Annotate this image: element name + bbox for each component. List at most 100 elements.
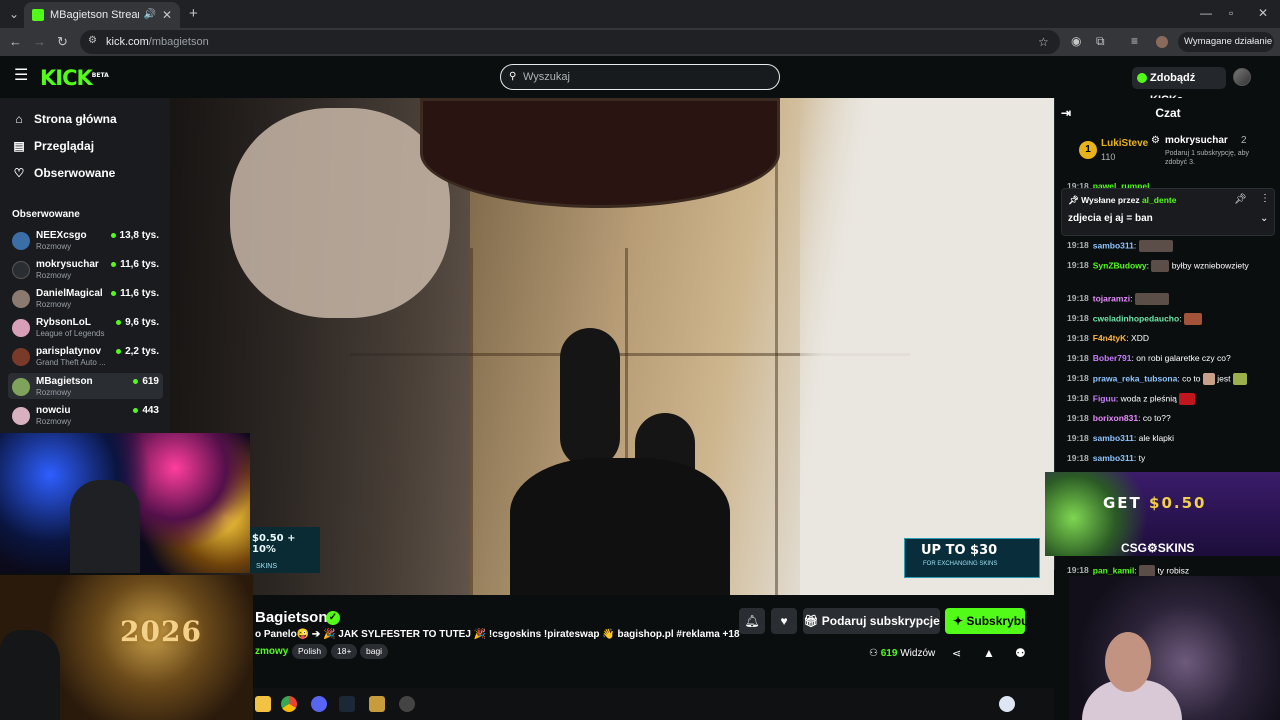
gift-hint: Podaruj 1 subskrypcję, aby zdobyć 3. xyxy=(1165,150,1250,166)
bookmark-star-icon[interactable]: ☆ xyxy=(1038,36,1049,48)
report-icon[interactable]: ▲ xyxy=(983,646,995,660)
car-emote xyxy=(1138,240,1173,252)
more-icon[interactable]: ⋮ xyxy=(1260,193,1270,204)
weather-icon[interactable] xyxy=(999,696,1015,712)
nav-browse-label: Przeglądaj xyxy=(34,139,95,153)
user-avatar[interactable] xyxy=(1233,68,1251,86)
msg-user[interactable]: cweladinhopedaucho xyxy=(1093,313,1179,323)
msg-text: ale klapki xyxy=(1138,433,1175,443)
w-emote xyxy=(1179,393,1196,405)
msg-user[interactable]: SynZBudowy xyxy=(1093,260,1147,270)
site-info-icon[interactable]: ⚙ xyxy=(88,36,97,46)
msg-user[interactable]: pan_kamil xyxy=(1093,565,1135,575)
bell-icon: 🔔︎ xyxy=(744,614,760,628)
sidebar-channel-parisplatynov[interactable]: parisplatynov Grand Theft Auto ... 2,2 t… xyxy=(8,343,163,369)
msg-user[interactable]: tojaramzi xyxy=(1093,293,1130,303)
ad-left-subtext: SKINS xyxy=(256,563,278,570)
avatar xyxy=(12,319,30,337)
sidebar-channel-mbagietson[interactable]: MBagietson Rozmowy 619 xyxy=(8,373,163,399)
channel-category: Rozmowy xyxy=(36,242,72,251)
player-ad-left[interactable]: $0.50 + 10% SKINS xyxy=(250,527,320,573)
collapse-chat-icon[interactable]: ⇥ xyxy=(1061,98,1071,128)
msg-user[interactable]: sambo311 xyxy=(1093,433,1134,443)
url-input[interactable]: ⚙ kick.com/mbagietson ☆ xyxy=(80,30,1060,54)
nav-home[interactable]: ⌂ Strona główna xyxy=(12,112,116,126)
new-tab-icon[interactable]: + xyxy=(189,6,198,21)
tab-list-icon[interactable]: ⌄ xyxy=(9,8,19,20)
browser-tab[interactable]: MBagietson Stream - Watch 🔊 ✕ xyxy=(24,2,180,28)
back-icon[interactable]: ← xyxy=(9,35,22,48)
action-required-button[interactable]: Wymagane działanie ⋮ xyxy=(1178,32,1274,67)
puzzle-icon[interactable]: ⧉ xyxy=(1096,35,1105,47)
following-header: Obserwowane xyxy=(12,209,80,220)
speaker-icon[interactable]: 🔊 xyxy=(143,10,155,20)
msg-user[interactable]: F4n4tyK xyxy=(1093,333,1127,343)
league-icon[interactable] xyxy=(369,696,385,712)
chat-message: 19:18 sambo311: ty xyxy=(1067,453,1146,463)
reload-icon[interactable]: ↻ xyxy=(57,35,68,48)
forward-icon[interactable]: → xyxy=(33,35,46,48)
obs-icon[interactable] xyxy=(399,696,415,712)
discord-icon[interactable] xyxy=(311,696,327,712)
sidebar-channel-neexcsgo[interactable]: NEEXcsgo Rozmowy 13,8 tys. xyxy=(8,227,163,253)
msg-user[interactable]: Figuu xyxy=(1093,393,1116,403)
webcam-face xyxy=(1105,632,1151,692)
star-icon: ✦ xyxy=(953,614,967,628)
channel-category: Rozmowy xyxy=(36,417,72,426)
stream-category[interactable]: zmowy xyxy=(255,646,288,657)
msg-user[interactable]: sambo311 xyxy=(1093,240,1134,250)
file-explorer-icon[interactable] xyxy=(255,696,271,712)
nav-following[interactable]: ♡ Obserwowane xyxy=(12,166,116,180)
unpin-icon[interactable]: 📌︎ xyxy=(1234,194,1247,205)
close-tab-icon[interactable]: ✕ xyxy=(162,9,172,21)
tag-polish[interactable]: Polish xyxy=(292,644,328,659)
chat-message: 19:18 cweladinhopedaucho: xyxy=(1067,313,1275,325)
media-queue-icon[interactable]: ≡ xyxy=(1131,35,1138,47)
streamer-name[interactable]: Bagietson xyxy=(255,609,328,626)
sidebar-channel-rybsonlol[interactable]: RybsonLoL League of Legends 9,6 tys. xyxy=(8,314,163,340)
kick-logo[interactable]: KICKBETA xyxy=(40,66,109,90)
follow-heart-button[interactable]: ♥ xyxy=(771,608,797,634)
msg-user[interactable]: borixon831 xyxy=(1093,413,1138,423)
chat-header: ⇥ Czat xyxy=(1055,98,1280,128)
tag-18plus[interactable]: 18+ xyxy=(331,644,358,659)
menu-icon[interactable]: ☰ xyxy=(14,68,28,84)
chat-overlay-ad[interactable]: GET $0.50 CSG⚙SKINS xyxy=(1045,472,1280,556)
video-player[interactable] xyxy=(170,98,1054,595)
channel-name: NEEXcsgo xyxy=(36,230,87,241)
gift-icon: 🎁︎ xyxy=(803,614,822,628)
subscribe-button[interactable]: ✦ Subskrybuj xyxy=(945,608,1025,634)
expand-icon[interactable]: ⌄ xyxy=(1260,213,1268,224)
gift-subs-label: Podaruj subskrypcje xyxy=(821,614,940,628)
leaderboard-name[interactable]: mokrysuchar xyxy=(1165,135,1228,146)
sidebar: ⌂ Strona główna ▤ Przeglądaj ♡ Obserwowane … xyxy=(0,98,170,433)
profile-avatar[interactable] xyxy=(1156,36,1168,48)
share-icon[interactable]: ⋖ xyxy=(952,647,961,660)
leaderboard-name[interactable]: LukiSteve xyxy=(1101,138,1148,149)
pinned-message[interactable]: 📌︎ Wysłane przez al_dente zdjecia ej aj … xyxy=(1061,188,1275,236)
get-kicks-button[interactable]: Zdobądź KICKs xyxy=(1132,67,1226,106)
extension-icon[interactable]: ◉ xyxy=(1071,35,1081,47)
close-window-icon[interactable]: ✕ xyxy=(1258,7,1268,19)
steam-icon[interactable] xyxy=(339,696,355,712)
sidebar-channel-danielmagical[interactable]: DanielMagical Rozmowy 11,6 tys. xyxy=(8,285,163,311)
gift-subs-button[interactable]: 🎁︎ Podaruj subskrypcje xyxy=(803,608,940,634)
sidebar-channel-nowciu[interactable]: nowciu Rozmowy 443 xyxy=(8,402,163,428)
restore-icon[interactable]: ▫ xyxy=(1229,7,1233,19)
search-input[interactable]: ⚲ Wyszukaj xyxy=(500,64,780,90)
minimize-icon[interactable]: — xyxy=(1200,7,1212,19)
channel-viewers: 619 xyxy=(133,376,159,387)
sidebar-channel-mokrysuchar[interactable]: mokrysuchar Rozmowy 11,6 tys. xyxy=(8,256,163,282)
nav-browse[interactable]: ▤ Przeglądaj xyxy=(12,139,94,153)
user-menu-icon[interactable]: ⚉ xyxy=(1015,646,1026,660)
player-ad-right[interactable]: UP TO $30 FOR EXCHANGING SKINS xyxy=(904,538,1040,578)
tag-bagi[interactable]: bagi xyxy=(360,644,389,659)
msg-time: 19:18 xyxy=(1067,565,1089,576)
chrome-icon[interactable] xyxy=(281,696,297,712)
action-required-label: Wymagane działanie xyxy=(1184,36,1273,47)
notification-bell-button[interactable]: 🔔︎ xyxy=(739,608,765,634)
msg-user[interactable]: sambo311 xyxy=(1093,453,1134,463)
msg-user[interactable]: Bober791 xyxy=(1093,353,1132,363)
chat-message: 19:18 Bober791: on robi galaretke czy co? xyxy=(1067,353,1231,363)
msg-user[interactable]: prawa_reka_tubsona xyxy=(1093,373,1178,383)
